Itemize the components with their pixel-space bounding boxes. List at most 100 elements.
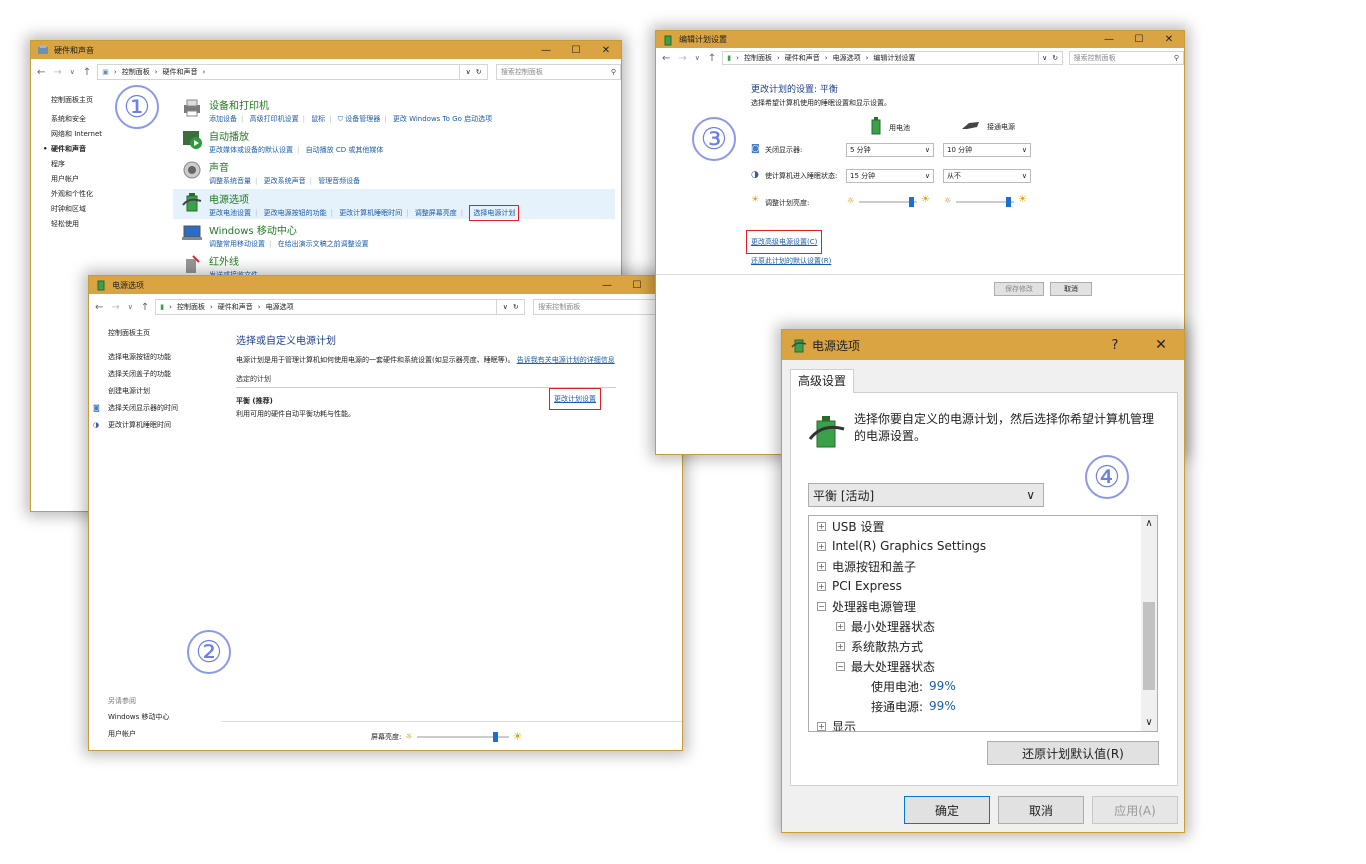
scroll-thumb[interactable] xyxy=(1143,602,1155,690)
link-advanced-printer[interactable]: 高级打印机设置 xyxy=(250,115,299,123)
display-off-plugged-select[interactable]: 10 分钟 ∨ xyxy=(943,143,1031,157)
sidebar-item-appearance[interactable]: 外观和个性化 xyxy=(51,187,161,202)
tree-item-plugged-in[interactable]: 接通电源: 99% xyxy=(817,696,1137,716)
scroll-down-icon[interactable]: ∨ xyxy=(1141,715,1157,731)
see-also-mobility[interactable]: Windows 移动中心 xyxy=(108,709,169,726)
link-sleep-time[interactable]: 更改计算机睡眠时间 xyxy=(339,209,402,217)
recent-icon[interactable]: ∨ xyxy=(695,54,700,62)
expand-icon[interactable]: + xyxy=(836,621,845,631)
tree-item-cooling-policy[interactable]: + 系统散热方式 xyxy=(817,636,1137,656)
sidebar-item-create-plan[interactable]: 创建电源计划 xyxy=(108,383,228,400)
close-button[interactable]: ✕ xyxy=(1138,330,1184,360)
slider-thumb[interactable] xyxy=(493,731,499,742)
sidebar-item-display-off[interactable]: ◙ 选择关闭显示器的时间 xyxy=(93,400,228,417)
link-battery-settings[interactable]: 更改电池设置 xyxy=(209,209,251,217)
up-icon[interactable]: ↑ xyxy=(83,67,91,78)
sidebar-item-hardware-sound[interactable]: • 硬件和声音 xyxy=(43,142,161,157)
tab-advanced-settings[interactable]: 高级设置 xyxy=(790,369,855,393)
link-choose-power-plan[interactable]: 选择电源计划 xyxy=(469,205,520,221)
category-title[interactable]: 电源选项 xyxy=(209,191,519,206)
advanced-settings-link[interactable]: 更改高级电源设置(C) xyxy=(746,230,823,254)
dropdown-icon[interactable]: ∨ xyxy=(1042,54,1047,62)
category-title[interactable]: 设备和打印机 xyxy=(209,97,492,112)
breadcrumb-item[interactable]: 硬件和声音 xyxy=(785,53,820,63)
expand-icon[interactable]: + xyxy=(817,521,826,531)
change-plan-settings-link[interactable]: 更改计划设置 xyxy=(549,388,601,410)
breadcrumb[interactable]: ▮ › 控制面板 › 硬件和声音 › 电源选项 › 编辑计划设置 xyxy=(722,51,1039,65)
refresh-icon[interactable]: ↻ xyxy=(1052,54,1058,62)
save-button[interactable]: 保存修改 xyxy=(994,282,1044,296)
tree-value[interactable]: 99% xyxy=(929,699,956,713)
tree-item-max-processor[interactable]: − 最大处理器状态 xyxy=(817,656,1137,676)
tree-item-min-processor[interactable]: + 最小处理器状态 xyxy=(817,616,1137,636)
link-volume[interactable]: 调整系统音量 xyxy=(209,177,251,185)
tree-item-display[interactable]: + 显示 xyxy=(817,716,1137,731)
sidebar-item-home[interactable]: 控制面板主页 xyxy=(108,326,228,341)
link-system-sounds[interactable]: 更改系统声音 xyxy=(264,177,306,185)
brightness-battery-slider[interactable] xyxy=(859,197,917,207)
up-icon[interactable]: ↑ xyxy=(708,53,716,64)
collapse-icon[interactable]: − xyxy=(836,661,845,671)
maximize-button[interactable]: ☐ xyxy=(622,276,652,294)
restore-defaults-button[interactable]: 还原计划默认值(R) xyxy=(987,741,1159,765)
link-mobility-settings[interactable]: 调整常用移动设置 xyxy=(209,240,265,248)
close-button[interactable]: ✕ xyxy=(1154,31,1184,48)
breadcrumb-item[interactable]: 硬件和声音 xyxy=(163,67,198,77)
refresh-icon[interactable]: ↻ xyxy=(513,303,519,311)
expand-icon[interactable]: + xyxy=(817,581,826,591)
link-power-button[interactable]: 更改电源按钮的功能 xyxy=(264,209,327,217)
dropdown-icon[interactable]: ∨ xyxy=(466,68,471,76)
brightness-plugged-slider[interactable] xyxy=(956,197,1014,207)
close-button[interactable]: ✕ xyxy=(591,41,621,59)
tree-item-on-battery[interactable]: 使用电池: 99% xyxy=(817,676,1137,696)
learn-more-link[interactable]: 告诉我有关电源计划的详细信息 xyxy=(517,356,615,364)
expand-icon[interactable]: + xyxy=(817,561,826,571)
link-add-device[interactable]: 添加设备 xyxy=(209,115,237,123)
category-title[interactable]: 红外线 xyxy=(209,253,258,268)
sleep-plugged-select[interactable]: 从不 ∨ xyxy=(943,169,1031,183)
breadcrumb[interactable]: ▣ › 控制面板 › 硬件和声音 › xyxy=(97,64,461,80)
breadcrumb-item[interactable]: 控制面板 xyxy=(122,67,150,77)
sidebar-item-programs[interactable]: 程序 xyxy=(51,157,161,172)
ok-button[interactable]: 确定 xyxy=(904,796,990,824)
apply-button[interactable]: 应用(A) xyxy=(1092,796,1178,824)
expand-icon[interactable]: + xyxy=(817,541,826,551)
cancel-button[interactable]: 取消 xyxy=(998,796,1084,824)
category-title[interactable]: Windows 移动中心 xyxy=(209,222,369,237)
sidebar-item-network[interactable]: 网络和 Internet xyxy=(51,127,161,142)
sidebar-item-user-accounts[interactable]: 用户帐户 xyxy=(51,172,161,187)
forward-icon[interactable]: → xyxy=(111,302,119,313)
search-input[interactable]: 搜索控制面板 ⚲ xyxy=(1068,51,1184,65)
collapse-icon[interactable]: − xyxy=(817,601,826,611)
breadcrumb-item[interactable]: 电源选项 xyxy=(266,302,294,312)
tree-item-intel-graphics[interactable]: + Intel(R) Graphics Settings xyxy=(817,536,1137,556)
expand-icon[interactable]: + xyxy=(836,641,845,651)
breadcrumb-item[interactable]: 电源选项 xyxy=(833,53,861,63)
link-autoplay-cd[interactable]: 自动播放 CD 或其他媒体 xyxy=(306,146,384,154)
breadcrumb-item[interactable]: 硬件和声音 xyxy=(218,302,253,312)
sidebar-item-sleep[interactable]: ◑ 更改计算机睡眠时间 xyxy=(93,417,228,434)
link-device-manager[interactable]: 设备管理器 xyxy=(345,115,380,123)
link-windows-to-go[interactable]: 更改 Windows To Go 启动选项 xyxy=(393,115,492,123)
forward-icon[interactable]: → xyxy=(53,67,61,78)
forward-icon[interactable]: → xyxy=(678,53,686,64)
minimize-button[interactable]: — xyxy=(1094,31,1124,48)
display-off-battery-select[interactable]: 5 分钟 ∨ xyxy=(846,143,934,157)
tree-value[interactable]: 99% xyxy=(929,679,956,693)
link-mouse[interactable]: 鼠标 xyxy=(311,115,325,123)
dropdown-icon[interactable]: ∨ xyxy=(503,303,508,311)
slider-thumb[interactable] xyxy=(1006,197,1012,207)
sidebar-item-lid[interactable]: 选择关闭盖子的功能 xyxy=(108,366,228,383)
maximize-button[interactable]: ☐ xyxy=(561,41,591,59)
sidebar-item-ease-of-access[interactable]: 轻松使用 xyxy=(51,217,161,232)
category-title[interactable]: 声音 xyxy=(209,159,360,174)
link-media-default[interactable]: 更改媒体或设备的默认设置 xyxy=(209,146,293,154)
expand-icon[interactable]: + xyxy=(817,721,826,731)
search-input[interactable]: 搜索控制面板 ⚲ xyxy=(495,64,621,80)
tree-item-processor-power[interactable]: − 处理器电源管理 xyxy=(817,596,1137,616)
link-audio-devices[interactable]: 管理音频设备 xyxy=(318,177,360,185)
maximize-button[interactable]: ☐ xyxy=(1124,31,1154,48)
breadcrumb-item[interactable]: 编辑计划设置 xyxy=(873,53,915,63)
sleep-battery-select[interactable]: 15 分钟 ∨ xyxy=(846,169,934,183)
link-brightness[interactable]: 调整屏幕亮度 xyxy=(415,209,457,217)
